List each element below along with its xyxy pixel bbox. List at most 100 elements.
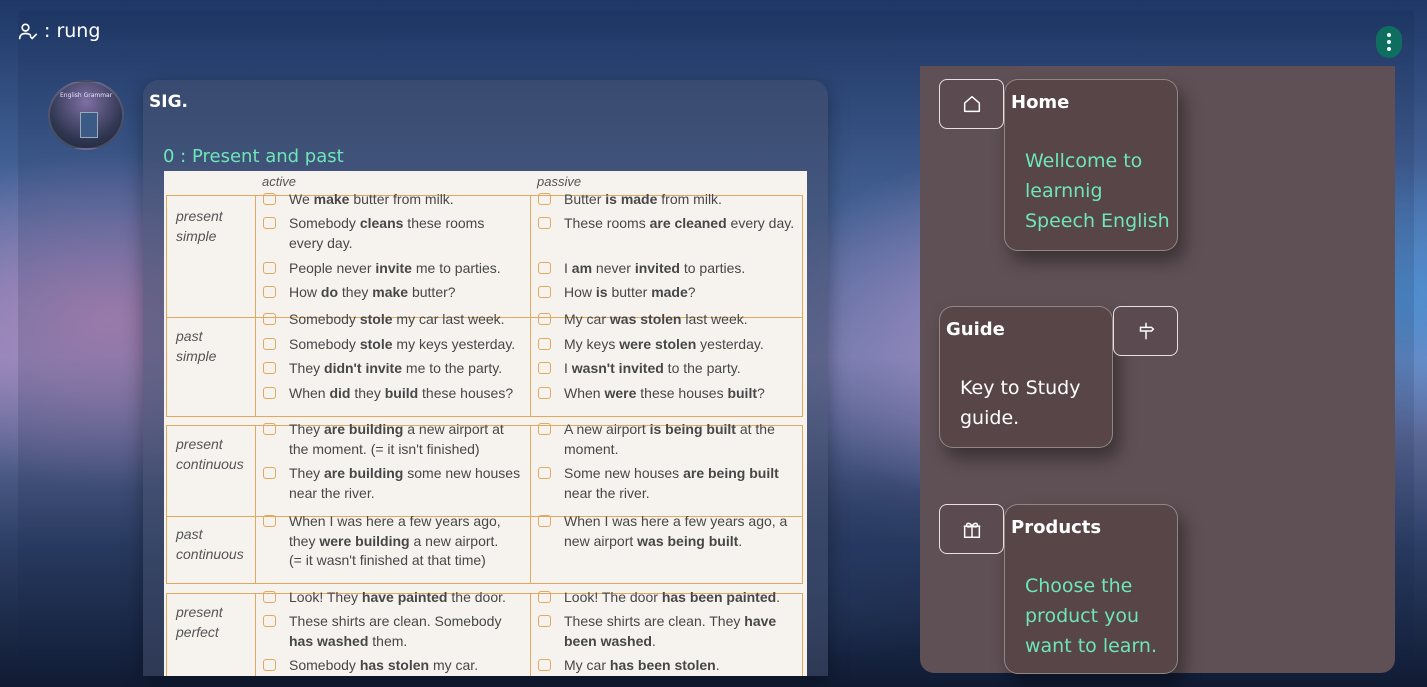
example-sentence: Somebody stole my keys yesterday. (289, 336, 516, 352)
card-title: Products (1011, 517, 1102, 538)
nav-card-guide[interactable]: Guide Key to Study guide. (939, 306, 1113, 448)
checkbox-icon (263, 313, 276, 325)
example-sentence: near the river. (564, 485, 650, 501)
checkbox-icon (263, 467, 276, 479)
card-description-line: learnnig (1025, 180, 1103, 202)
checkbox-icon (263, 262, 276, 274)
checkbox-icon (263, 515, 276, 527)
example-sentence: moment. (564, 441, 619, 457)
sidebar: Home Wellcome to learnnig Speech English Gui… (920, 66, 1395, 674)
checkbox-icon (538, 423, 551, 435)
card-description: Wellcome to learnnig Speech English (1025, 146, 1170, 236)
checkbox-icon (538, 286, 551, 298)
table-divider (255, 426, 256, 583)
card-description-line: product you (1025, 605, 1140, 627)
tense-label: present continuous (176, 436, 244, 472)
example-sentence: People never invite me to parties. (289, 260, 501, 276)
example-sentence: My car was stolen last week. (564, 311, 748, 327)
checkbox-icon (538, 262, 551, 274)
example-sentence: My keys were stolen yesterday. (564, 336, 764, 352)
example-sentence: I am never invited to parties. (564, 260, 746, 276)
example-sentence: How do they make butter? (289, 284, 456, 300)
example-sentence: the moment. (= it isn't finished) (289, 441, 480, 457)
example-sentence: I wasn't invited to the party. (564, 360, 741, 376)
avatar-book-image (80, 112, 98, 138)
checkbox-icon (538, 515, 551, 527)
home-icon (963, 95, 980, 113)
checkbox-icon (263, 591, 276, 603)
card-title: Home (1011, 92, 1070, 113)
home-icon-button[interactable] (939, 79, 1004, 129)
checkbox-icon (538, 591, 551, 603)
post-card: SIG. 0 : Present and past active passive… (143, 80, 828, 676)
more-vertical-icon[interactable] (1376, 26, 1402, 58)
checkbox-icon (538, 313, 551, 325)
example-sentence: new airport was being built. (564, 533, 743, 549)
card-title: Guide (946, 319, 1005, 340)
example-sentence: A new airport is being built at the (564, 421, 775, 437)
example-sentence: every day. (289, 235, 353, 251)
checkbox-icon (538, 467, 551, 479)
example-sentence: has washed them. (289, 633, 408, 649)
example-sentence: When I was here a few years ago, a (564, 513, 788, 529)
example-sentence: When I was here a few years ago, (289, 513, 501, 529)
user-check-icon (18, 23, 38, 40)
example-sentence: These shirts are clean. They have (564, 613, 777, 629)
example-sentence: These shirts are clean. Somebody (289, 613, 502, 629)
example-sentence: Somebody stole my car last week. (289, 311, 505, 327)
table-divider (255, 594, 256, 676)
products-icon-button[interactable] (939, 504, 1004, 554)
example-sentence: My car has been stolen. (564, 657, 720, 673)
tense-label: present perfect (176, 604, 223, 640)
example-sentence: Some new houses are being built (564, 465, 779, 481)
grammar-page-image: active passive present simple past simple pr… (164, 171, 807, 676)
example-sentence: Look! The door has been painted. (564, 589, 781, 605)
column-active: active (262, 174, 296, 189)
checkbox-icon (263, 286, 276, 298)
checkbox-icon (538, 615, 551, 627)
card-description-line: Choose the (1025, 575, 1133, 597)
checkbox-icon (263, 362, 276, 374)
table-divider (530, 196, 531, 416)
guide-icon-button[interactable] (1113, 306, 1178, 356)
checkbox-icon (538, 193, 551, 205)
table-divider (530, 594, 531, 676)
user-indicator[interactable]: : rung (18, 18, 100, 44)
nav-card-products[interactable]: Products Choose the product you want to lea… (1004, 504, 1178, 674)
tense-label: present simple (176, 208, 223, 244)
checkbox-icon (538, 217, 551, 229)
example-sentence: Look! They have painted the door. (289, 589, 506, 605)
example-sentence: How is butter made? (564, 284, 696, 300)
checkbox-icon (538, 362, 551, 374)
example-sentence: They didn't invite me to the party. (289, 360, 503, 376)
example-sentence: They are building a new airport at (289, 421, 504, 437)
example-sentence: they were building a new airport. (289, 533, 499, 549)
nav-card-home[interactable]: Home Wellcome to learnnig Speech English (1004, 79, 1178, 251)
example-sentence: Butter is made from milk. (564, 191, 722, 207)
card-description: Choose the product you want to learn. (1025, 571, 1157, 661)
example-sentence: We make butter from milk. (289, 191, 454, 207)
checkbox-icon (263, 387, 276, 399)
checkbox-icon (263, 659, 276, 671)
checkbox-icon (263, 423, 276, 435)
checkbox-icon (538, 387, 551, 399)
avatar[interactable]: English Grammar (48, 80, 124, 150)
example-sentence: They are building some new houses (289, 465, 521, 481)
checkbox-icon (263, 193, 276, 205)
column-passive: passive (537, 174, 582, 189)
checkbox-icon (263, 615, 276, 627)
card-description-line: Key to Study (960, 377, 1081, 399)
user-name: : rung (44, 20, 101, 42)
post-title[interactable]: 0 : Present and past (163, 146, 344, 167)
avatar-image-text: English Grammar (60, 92, 113, 99)
tense-label: past continuous (176, 526, 244, 562)
card-description-line: Speech English (1025, 210, 1170, 232)
example-sentence: near the river. (289, 485, 375, 501)
example-sentence: When were these houses built? (564, 385, 765, 401)
example-sentence: Somebody cleans these rooms (289, 215, 485, 231)
example-sentence: been washed. (564, 633, 656, 649)
card-description-line: Wellcome to (1025, 150, 1143, 172)
signpost-icon (1139, 322, 1154, 340)
example-sentence: These rooms are cleaned every day. (564, 215, 795, 231)
table-divider (530, 426, 531, 583)
